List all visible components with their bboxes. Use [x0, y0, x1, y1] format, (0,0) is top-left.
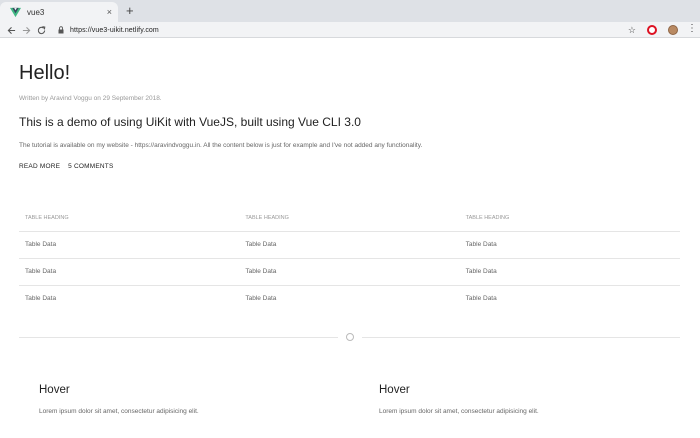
table-cell: Table Data: [239, 258, 460, 286]
table-cell: Table Data: [459, 258, 680, 286]
table-row: Table Data Table Data Table Data: [19, 285, 680, 312]
url-text: https://vue3-uikit.netlify.com: [70, 26, 159, 34]
new-tab-button[interactable]: +: [126, 4, 134, 18]
table-heading: TABLE HEADING: [239, 205, 460, 232]
article-actions: READ MORE 5 COMMENTS: [19, 163, 114, 170]
reload-icon: [37, 25, 45, 34]
address-bar[interactable]: https://vue3-uikit.netlify.com ☆: [52, 23, 642, 37]
divider-line-right: [362, 337, 680, 338]
read-more-link[interactable]: READ MORE: [19, 163, 60, 170]
reload-button[interactable]: [34, 22, 48, 38]
tab-strip: vue3 × +: [0, 0, 700, 22]
browser-toolbar: https://vue3-uikit.netlify.com ☆ ⋮: [0, 22, 700, 38]
table-row: Table Data Table Data Table Data: [19, 231, 680, 259]
table-heading: TABLE HEADING: [19, 205, 240, 232]
divider-line-left: [19, 337, 338, 338]
profile-avatar[interactable]: [668, 25, 678, 35]
table-cell: Table Data: [25, 295, 57, 303]
table-cell: Table Data: [19, 231, 240, 259]
table-cell: Table Data: [19, 258, 240, 286]
browser-tab[interactable]: vue3 ×: [0, 2, 118, 22]
comments-link[interactable]: 5 COMMENTS: [68, 163, 113, 170]
forward-button[interactable]: [19, 22, 33, 38]
card-text: Lorem ipsum dolor sit amet, consectetur …: [379, 408, 539, 415]
table-cell: Table Data: [459, 231, 680, 259]
divider-circle-icon: [346, 333, 354, 341]
hover-card[interactable]: Hover Lorem ipsum dolor sit amet, consec…: [379, 384, 659, 415]
table-row: Table Data Table Data Table Data: [19, 258, 680, 286]
page-content: Hello! Written by Aravind Voggu on 29 Se…: [0, 39, 700, 438]
article-title: Hello!: [19, 62, 71, 84]
article-lead: This is a demo of using UiKit with VueJS…: [19, 115, 361, 129]
lock-icon: [58, 26, 64, 34]
table-cell: Table Data: [465, 295, 497, 303]
table-heading: TABLE HEADING: [459, 205, 680, 232]
card-title: Hover: [39, 384, 70, 396]
card-title: Hover: [379, 384, 410, 396]
article-body: The tutorial is available on my website …: [19, 142, 423, 149]
hover-card[interactable]: Hover Lorem ipsum dolor sit amet, consec…: [39, 384, 319, 415]
opera-extension-icon[interactable]: [647, 25, 657, 35]
table-cell: Table Data: [245, 295, 277, 303]
back-button[interactable]: [4, 22, 18, 38]
back-arrow-icon: [7, 26, 15, 34]
data-table: TABLE HEADING TABLE HEADING TABLE HEADIN…: [19, 205, 680, 312]
tab-title: vue3: [27, 7, 45, 17]
browser-menu-icon[interactable]: ⋮: [687, 23, 697, 35]
vue-logo-icon: [10, 7, 21, 17]
table-header-row: TABLE HEADING TABLE HEADING TABLE HEADIN…: [19, 205, 680, 232]
table-cell: Table Data: [239, 231, 460, 259]
forward-arrow-icon: [22, 26, 30, 34]
article-meta: Written by Aravind Voggu on 29 September…: [19, 95, 162, 102]
card-text: Lorem ipsum dolor sit amet, consectetur …: [39, 408, 199, 415]
close-tab-icon[interactable]: ×: [107, 7, 112, 17]
bookmark-star-icon[interactable]: ☆: [628, 25, 636, 35]
